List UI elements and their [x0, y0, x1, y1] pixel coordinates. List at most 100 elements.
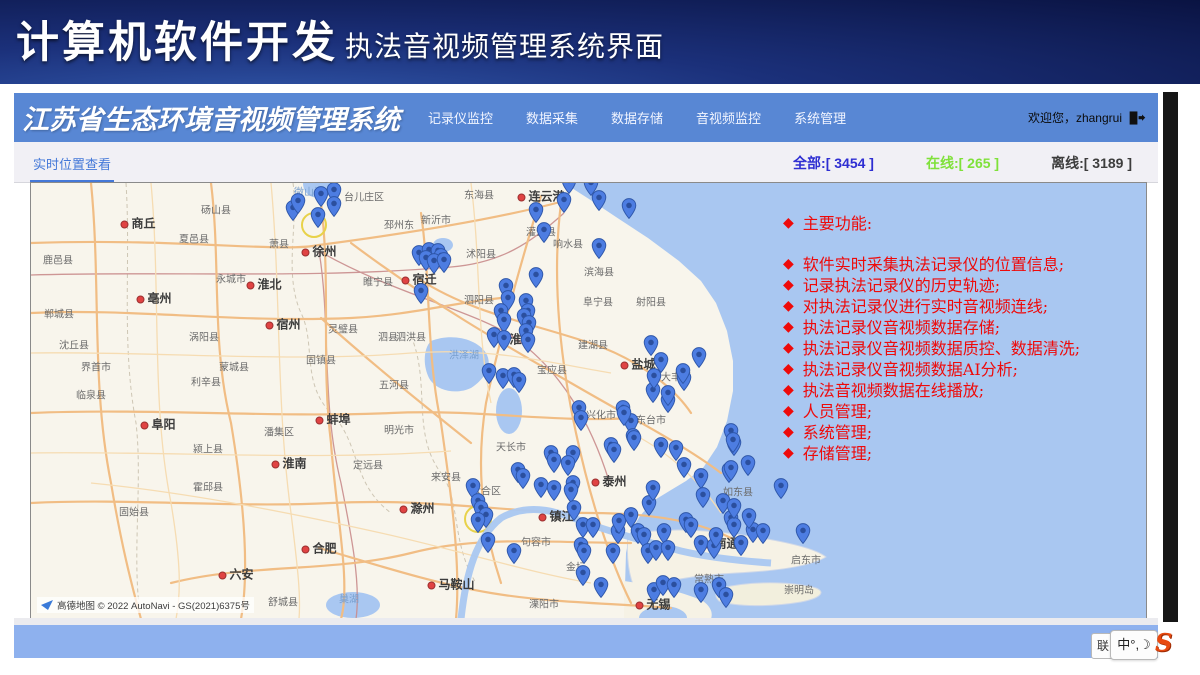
- device-location-pin[interactable]: [507, 543, 522, 564]
- nav-item-系统管理[interactable]: 系统管理: [794, 108, 846, 127]
- app-window: 江苏省生态环境音视频管理系统 记录仪监控 数据采集 数据存储 音视频监控 系统管理 欢迎…: [14, 93, 1158, 658]
- device-location-pin[interactable]: [547, 452, 562, 473]
- diamond-bullet-icon: ◆: [783, 338, 794, 359]
- feature-item: ◆记录执法记录仪的历史轨迹;: [783, 275, 1147, 296]
- device-location-pin[interactable]: [529, 202, 544, 223]
- device-location-pin[interactable]: [692, 347, 707, 368]
- feature-text: 执法音视频数据在线播放;: [803, 380, 984, 401]
- device-location-pin[interactable]: [414, 283, 429, 304]
- device-location-pin[interactable]: [537, 222, 552, 243]
- device-location-pin[interactable]: [482, 363, 497, 384]
- nav-item-记录仪监控[interactable]: 记录仪监控: [428, 108, 493, 127]
- feature-text: 主要功能:: [803, 213, 872, 234]
- nav-menu: 记录仪监控 数据采集 数据存储 音视频监控 系统管理: [428, 108, 879, 127]
- welcome-label: 欢迎您，zhangrui: [1028, 109, 1122, 126]
- device-location-pin[interactable]: [796, 523, 811, 544]
- feature-item: ◆ 执法记录仪音视频数据存储;: [783, 317, 1147, 338]
- device-location-pin[interactable]: [327, 196, 342, 217]
- slide-title: 计算机软件开发: [16, 8, 338, 70]
- app-logo: 江苏省生态环境音视频管理系统: [22, 98, 400, 137]
- device-location-pin[interactable]: [594, 577, 609, 598]
- feature-text: 软件实时采集执法记录仪的位置信息;: [803, 254, 1064, 275]
- device-location-pin[interactable]: [606, 543, 621, 564]
- stat-item[interactable]: 离线:[ 3189 ]: [1051, 153, 1132, 173]
- device-location-pin[interactable]: [622, 198, 637, 219]
- diamond-bullet-icon: ◆: [783, 443, 794, 464]
- device-location-pin[interactable]: [627, 430, 642, 451]
- stat-item[interactable]: 全部:[ 3454 ]: [793, 153, 874, 173]
- ime-mode-box[interactable]: 中°,☽: [1110, 630, 1158, 660]
- device-location-pin[interactable]: [577, 543, 592, 564]
- device-location-pin[interactable]: [647, 368, 662, 389]
- feature-item: ◆对执法记录仪进行实时音视频连线;: [783, 296, 1147, 317]
- device-location-pin[interactable]: [607, 442, 622, 463]
- feature-text: 存储管理;: [803, 443, 872, 464]
- device-location-pin[interactable]: [742, 508, 757, 529]
- device-location-pin[interactable]: [497, 330, 512, 351]
- device-location-pin[interactable]: [727, 498, 742, 519]
- feature-text: 对执法记录仪进行实时音视频连线;: [803, 296, 1048, 317]
- device-location-pin[interactable]: [529, 267, 544, 288]
- slide-banner: 计算机软件开发 执法音视频管理系统界面: [0, 0, 1200, 84]
- feature-text: 执法记录仪音视频数据存储;: [803, 317, 1000, 338]
- device-location-pin[interactable]: [724, 460, 739, 481]
- device-location-pin[interactable]: [471, 512, 486, 533]
- device-location-pin[interactable]: [561, 455, 576, 476]
- device-location-pin[interactable]: [726, 432, 741, 453]
- device-location-pin[interactable]: [774, 478, 789, 499]
- nav-item-音视频监控[interactable]: 音视频监控: [696, 108, 761, 127]
- nav-item-数据存储[interactable]: 数据存储: [611, 108, 663, 127]
- map-canvas[interactable]: 商丘砀山县夏邑县永城市亳州淮北萧县宿州徐州台儿庄区邳州东睢宁县灵璧县泗县涡阳县蒙…: [30, 182, 1147, 620]
- device-location-pin[interactable]: [654, 437, 669, 458]
- device-location-pin[interactable]: [311, 207, 326, 228]
- device-location-pin[interactable]: [557, 192, 572, 213]
- device-location-pin[interactable]: [547, 480, 562, 501]
- device-location-pin[interactable]: [512, 372, 527, 393]
- device-location-pin[interactable]: [521, 332, 536, 353]
- device-location-pin[interactable]: [719, 587, 734, 608]
- device-location-pin[interactable]: [677, 457, 692, 478]
- diamond-bullet-icon: ◆: [783, 317, 794, 338]
- device-location-pin[interactable]: [696, 487, 711, 508]
- device-location-pin[interactable]: [481, 532, 496, 553]
- device-location-pin[interactable]: [741, 455, 756, 476]
- device-location-pin[interactable]: [592, 190, 607, 211]
- app-footer-bar: [14, 625, 1158, 658]
- device-location-pin[interactable]: [709, 527, 724, 548]
- diamond-bullet-icon: ◆: [783, 401, 794, 422]
- feature-item: ◆执法音视频数据在线播放;: [783, 380, 1147, 401]
- device-location-pin[interactable]: [661, 540, 676, 561]
- device-location-pin[interactable]: [667, 577, 682, 598]
- device-location-pin[interactable]: [756, 523, 771, 544]
- device-stats: 全部:[ 3454 ] 在线:[ 265 ] 离线:[ 3189 ]: [741, 153, 1132, 182]
- device-location-pin[interactable]: [516, 468, 531, 489]
- device-location-pin[interactable]: [646, 480, 661, 501]
- device-location-pin[interactable]: [592, 238, 607, 259]
- app-header: 江苏省生态环境音视频管理系统 记录仪监控 数据采集 数据存储 音视频监控 系统管理 欢迎…: [14, 93, 1158, 142]
- device-location-pin[interactable]: [694, 468, 709, 489]
- device-location-pin[interactable]: [291, 193, 306, 214]
- nav-item-数据采集[interactable]: 数据采集: [526, 108, 578, 127]
- device-location-pin[interactable]: [694, 582, 709, 603]
- welcome-text: 欢迎您，zhangrui: [1028, 109, 1146, 126]
- toolbar: 实时位置查看 全部:[ 3454 ] 在线:[ 265 ] 离线:[ 3189 ]: [14, 142, 1158, 183]
- device-location-pin[interactable]: [437, 252, 452, 273]
- map-attribution: 高德地图 © 2022 AutoNavi - GS(2021)6375号: [37, 597, 254, 613]
- device-location-pin[interactable]: [676, 363, 691, 384]
- tab-realtime-location[interactable]: 实时位置查看: [30, 145, 114, 182]
- footer-gap: [14, 618, 1158, 625]
- sogou-logo-icon[interactable]: S: [1155, 628, 1172, 657]
- diamond-bullet-icon: ◆: [783, 359, 794, 380]
- logout-icon[interactable]: [1128, 110, 1146, 126]
- presentation-slide: 计算机软件开发 执法音视频管理系统界面 江苏省生态环境音视频管理系统 记录仪监控…: [0, 0, 1200, 675]
- stat-item[interactable]: 在线:[ 265 ]: [926, 153, 999, 173]
- feature-text: 系统管理;: [803, 422, 872, 443]
- feature-text: 执法记录仪音视频数据AI分析;: [803, 359, 1018, 380]
- device-location-pin[interactable]: [586, 517, 601, 538]
- device-location-pin[interactable]: [661, 385, 676, 406]
- device-location-pin[interactable]: [574, 410, 589, 431]
- feature-item: ◆主要功能:: [783, 213, 1147, 234]
- feature-text: 人员管理;: [803, 401, 872, 422]
- device-location-pin[interactable]: [576, 565, 591, 586]
- device-location-pin[interactable]: [617, 405, 632, 426]
